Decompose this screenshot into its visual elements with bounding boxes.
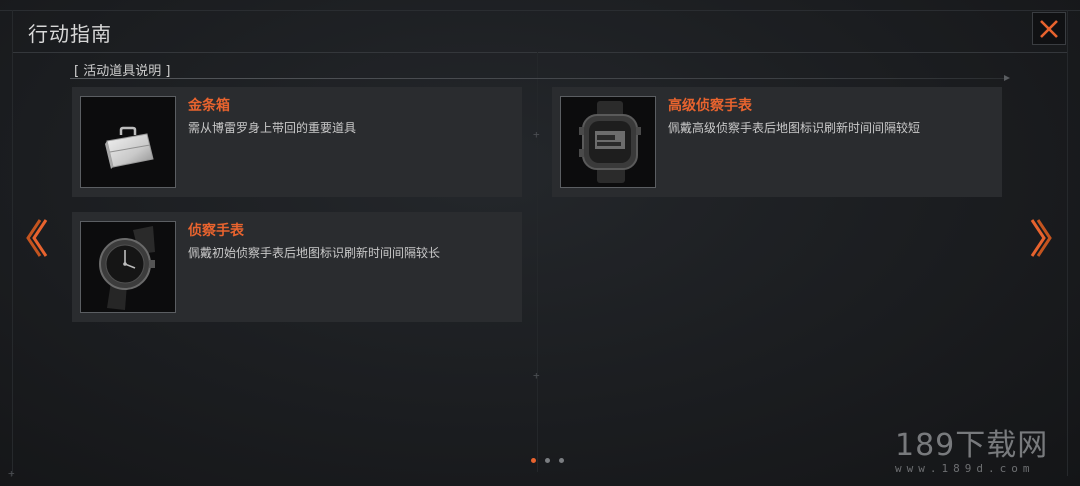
item-thumbnail — [80, 221, 176, 313]
watermark-main-text: 189下载网 — [895, 428, 1049, 463]
page-dot[interactable] — [545, 458, 550, 463]
item-thumbnail — [80, 96, 176, 188]
next-page-button[interactable] — [1030, 216, 1060, 260]
frame-right-line — [1067, 10, 1068, 476]
section-underline — [70, 78, 1008, 79]
page-dot-active[interactable] — [531, 458, 536, 463]
action-guide-panel: + + + 行动指南 [ 活动道具说明 ] 金条箱 需从博雷罗身上带回的重要道具… — [0, 0, 1080, 486]
item-description: 佩戴初始侦察手表后地图标识刷新时间间隔较长 — [188, 246, 441, 260]
digital-watch-icon — [579, 101, 641, 183]
item-card-gold-case[interactable]: 金条箱 需从博雷罗身上带回的重要道具 — [72, 87, 522, 197]
section-heading: [ 活动道具说明 ] — [74, 64, 171, 79]
frame-center-line — [537, 52, 538, 472]
item-description: 需从博雷罗身上带回的重要道具 — [188, 121, 357, 135]
item-name: 金条箱 — [188, 98, 230, 114]
plus-mark-icon: + — [533, 369, 540, 382]
page-dot[interactable] — [559, 458, 564, 463]
analog-watch-icon — [99, 226, 155, 310]
silver-briefcase-icon — [105, 126, 154, 169]
prev-page-button[interactable] — [18, 216, 48, 260]
frame-top-line — [0, 10, 1080, 11]
chevron-left-icon — [26, 219, 48, 257]
close-x-icon — [1040, 19, 1058, 38]
chevron-right-icon — [1030, 219, 1052, 257]
site-watermark: 189下载网 www.189d.com — [895, 420, 1065, 475]
header-divider — [12, 52, 1068, 53]
item-name: 侦察手表 — [188, 223, 244, 239]
section-underline-tip — [1004, 75, 1010, 81]
page-title: 行动指南 — [28, 22, 112, 46]
plus-mark-icon: + — [533, 128, 540, 141]
close-button[interactable] — [1032, 12, 1066, 45]
item-card-advanced-recon-watch[interactable]: 高级侦察手表 佩戴高级侦察手表后地图标识刷新时间间隔较短 — [552, 87, 1002, 197]
plus-mark-icon: + — [8, 467, 15, 480]
item-thumbnail — [560, 96, 656, 188]
frame-left-line — [12, 10, 13, 476]
item-name: 高级侦察手表 — [668, 98, 752, 114]
item-card-recon-watch[interactable]: 侦察手表 佩戴初始侦察手表后地图标识刷新时间间隔较长 — [72, 212, 522, 322]
watermark-url-text: www.189d.com — [895, 462, 1035, 475]
item-description: 佩戴高级侦察手表后地图标识刷新时间间隔较短 — [668, 121, 921, 135]
pagination-dots — [531, 458, 564, 463]
